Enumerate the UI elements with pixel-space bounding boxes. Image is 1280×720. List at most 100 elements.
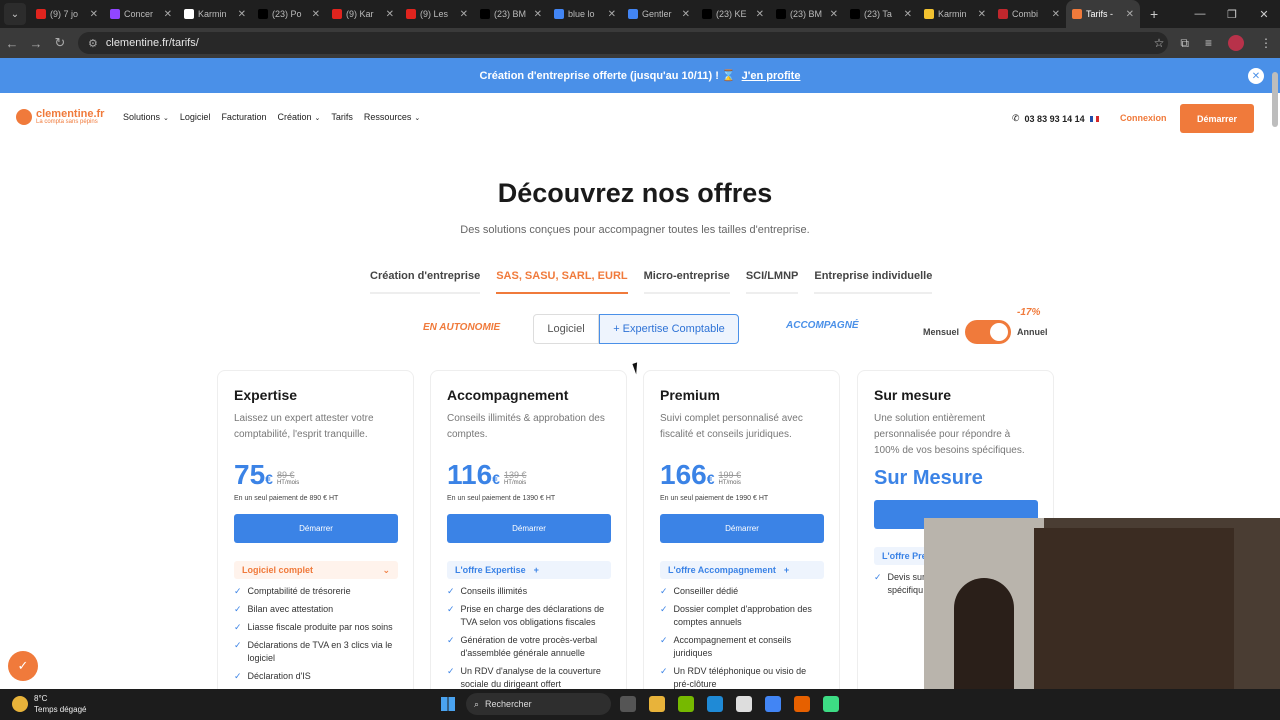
page-scrollbar[interactable] (1272, 72, 1278, 127)
tab-title: (23) KE (716, 9, 747, 19)
tab-close-icon[interactable]: ✕ (460, 9, 468, 20)
plan-includes-pill[interactable]: L'offre Expertise + (447, 561, 611, 579)
browser-tab[interactable]: Tarifs - ✕ (1066, 0, 1140, 28)
tab-close-icon[interactable]: ✕ (312, 9, 320, 20)
profile-avatar[interactable] (1228, 35, 1244, 51)
category-tab[interactable]: Micro-entreprise (643, 270, 730, 294)
phone-contact[interactable]: ✆ 03 83 93 14 14 (1012, 113, 1099, 124)
browser-tab[interactable]: Concer ✕ (104, 0, 178, 28)
plan-includes-pill[interactable]: L'offre Accompagnement + (660, 561, 824, 579)
chrome-icon[interactable] (765, 696, 781, 712)
android-icon[interactable] (823, 696, 839, 712)
browser-tab[interactable]: (23) Po ✕ (252, 0, 326, 28)
url-field[interactable]: ⚙ clementine.fr/tarifs/ (78, 32, 1168, 54)
tab-close-icon[interactable]: ✕ (608, 9, 616, 20)
tab-close-icon[interactable]: ✕ (164, 9, 172, 20)
feature-list: ✓ Comptabilité de trésorerie ✓ Bilan avec a… (234, 585, 397, 683)
close-icon[interactable]: ✕ (1248, 68, 1264, 84)
taskbar-search[interactable]: ⌕ Rechercher (466, 693, 611, 715)
tab-close-icon[interactable]: ✕ (978, 9, 986, 20)
feature-item: ✓ Liasse fiscale produite par nos soins (234, 621, 397, 634)
browser-tab[interactable]: (23) KE ✕ (696, 0, 770, 28)
logiciel-option[interactable]: Logiciel (533, 314, 599, 344)
tab-close-icon[interactable]: ✕ (1052, 9, 1060, 20)
windows-start-icon[interactable] (441, 697, 455, 711)
nav-item-création[interactable]: Création ⌄ (277, 112, 320, 122)
forward-icon[interactable]: → (24, 36, 48, 51)
browser-tab[interactable]: Karmin ✕ (918, 0, 992, 28)
edge-icon[interactable] (707, 696, 723, 712)
browser-tab[interactable]: (23) BM ✕ (770, 0, 844, 28)
billing-toggle[interactable] (965, 320, 1012, 344)
promo-link[interactable]: J'en profite (742, 70, 801, 82)
close-window-icon[interactable]: ✕ (1248, 0, 1280, 28)
check-icon: ✓ (447, 586, 455, 596)
browser-tab[interactable]: (9) Kar ✕ (326, 0, 400, 28)
reload-icon[interactable]: ↻ (48, 35, 72, 51)
start-button[interactable]: Démarrer (1180, 104, 1254, 133)
category-tab[interactable]: SAS, SASU, SARL, EURL (496, 270, 628, 294)
media-icon[interactable]: ≡ (1205, 36, 1212, 50)
browser-tab[interactable]: blue lo ✕ (548, 0, 622, 28)
nav-item-logiciel[interactable]: Logiciel (180, 112, 211, 122)
tab-close-icon[interactable]: ✕ (386, 9, 394, 20)
category-tab[interactable]: SCI/LMNP (745, 270, 799, 294)
category-tab[interactable]: Entreprise individuelle (814, 270, 933, 294)
minimize-icon[interactable]: — (1184, 0, 1216, 28)
billing-switch: Mensuel Annuel (923, 320, 1048, 344)
browser-tab[interactable]: Gentler ✕ (622, 0, 696, 28)
nvidia-icon[interactable] (678, 696, 694, 712)
browser-tab[interactable]: (9) 7 jo ✕ (30, 0, 104, 28)
browser-tab[interactable]: (9) Les ✕ (400, 0, 474, 28)
new-tab-button[interactable]: + (1150, 6, 1158, 22)
tab-close-icon[interactable]: ✕ (904, 9, 912, 20)
plan-includes-pill[interactable]: Logiciel complet ⌄ (234, 561, 398, 579)
tab-close-icon[interactable]: ✕ (682, 9, 690, 20)
category-tab[interactable]: Création d'entreprise (370, 270, 481, 294)
tab-search-icon[interactable]: ⌄ (4, 3, 26, 25)
plan-start-button[interactable]: Démarrer (234, 514, 398, 543)
plan-name: Expertise (234, 387, 298, 403)
feature-list: ✓ Conseils illimités ✓ Prise en charge des … (447, 585, 610, 691)
tab-close-icon[interactable]: ✕ (1126, 9, 1134, 20)
store-icon[interactable] (736, 696, 752, 712)
feature-text: Conseils illimités (460, 586, 528, 596)
tab-favicon-icon (184, 9, 194, 19)
browser-tab[interactable]: (23) BM ✕ (474, 0, 548, 28)
file-explorer-icon[interactable] (649, 696, 665, 712)
expertise-option[interactable]: + Expertise Comptable (599, 314, 739, 344)
weather-widget[interactable]: 8°C Temps dégagé (12, 693, 86, 715)
nav-item-facturation[interactable]: Facturation (221, 112, 266, 122)
site-info-icon[interactable]: ⚙ (88, 37, 98, 50)
browser-tab[interactable]: Combi ✕ (992, 0, 1066, 28)
tab-close-icon[interactable]: ✕ (830, 9, 838, 20)
nav-item-ressources[interactable]: Ressources ⌄ (364, 112, 420, 122)
task-view-icon[interactable] (620, 696, 636, 712)
tab-favicon-icon (924, 9, 934, 19)
tab-favicon-icon (258, 9, 268, 19)
extensions-icon[interactable]: ⧉ (1180, 36, 1189, 51)
more-menu-icon[interactable]: ⋮ (1260, 36, 1272, 50)
nav-item-solutions[interactable]: Solutions ⌄ (123, 112, 169, 122)
browser-tab-bar: ⌄ (9) 7 jo ✕ Concer ✕ Karmin ✕ (23) Po ✕ (9) Kar… (0, 0, 1280, 28)
tab-close-icon[interactable]: ✕ (756, 9, 764, 20)
browser-tab[interactable]: (23) Ta ✕ (844, 0, 918, 28)
back-icon[interactable]: ← (0, 36, 24, 51)
plan-start-button[interactable]: Démarrer (447, 514, 611, 543)
browser-tab[interactable]: Karmin ✕ (178, 0, 252, 28)
tab-favicon-icon (554, 9, 564, 19)
tab-close-icon[interactable]: ✕ (90, 9, 98, 20)
chat-bubble-icon[interactable]: ✓ (8, 651, 38, 681)
promo-text: Création d'entreprise offerte (jusqu'au … (479, 70, 736, 82)
feature-item: ✓ Bilan avec attestation (234, 603, 397, 616)
logo[interactable]: clementine.fr La compta sans pépins (16, 109, 104, 125)
tab-close-icon[interactable]: ✕ (238, 9, 246, 20)
plan-start-button[interactable]: Démarrer (660, 514, 824, 543)
bookmark-star-icon[interactable]: ☆ (1154, 36, 1165, 50)
firefox-icon[interactable] (794, 696, 810, 712)
maximize-icon[interactable]: ❐ (1216, 0, 1248, 28)
login-link[interactable]: Connexion (1120, 113, 1167, 123)
pill-label: L'offre Pre (882, 551, 927, 561)
nav-item-tarifs[interactable]: Tarifs (331, 112, 353, 122)
tab-close-icon[interactable]: ✕ (534, 9, 542, 20)
